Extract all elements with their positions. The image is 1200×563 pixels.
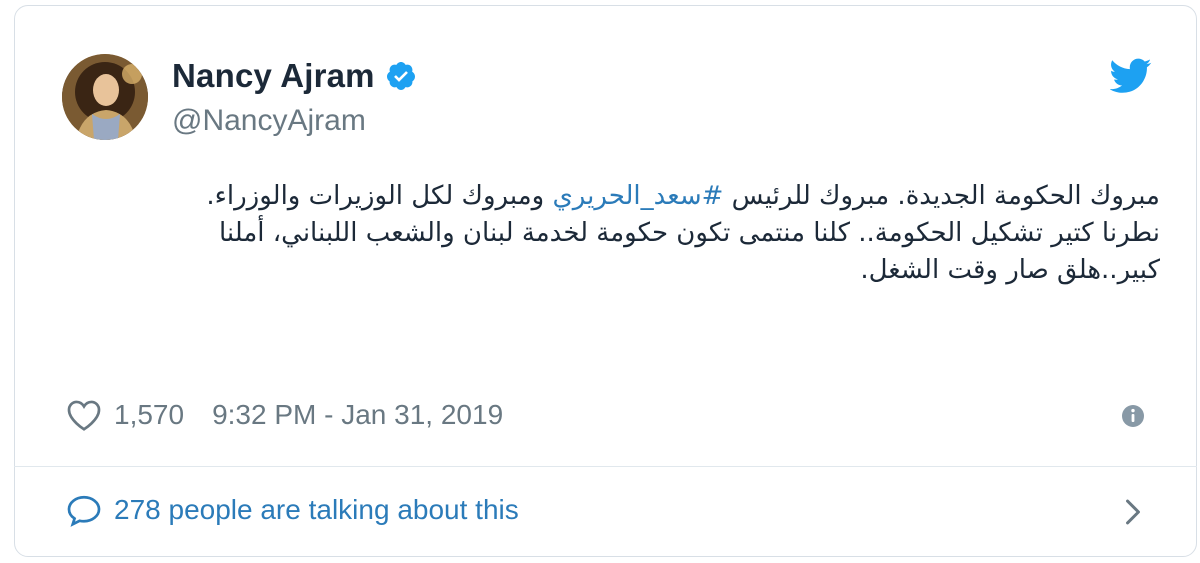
divider xyxy=(14,466,1197,467)
tweet-text-line2: نطرنا كتير تشكيل الحكومة.. كلنا منتمى تك… xyxy=(218,218,1160,285)
conversation-link[interactable]: 278 people are talking about this xyxy=(66,490,519,530)
speech-bubble-icon xyxy=(67,495,101,527)
hashtag-link[interactable]: #سعد_الحريري xyxy=(552,181,723,211)
talking-count-text[interactable]: 278 people are talking about this xyxy=(114,494,519,526)
heart-icon[interactable] xyxy=(66,398,102,432)
chevron-right-icon[interactable] xyxy=(1122,497,1144,527)
avatar[interactable] xyxy=(62,54,148,140)
verified-badge-icon xyxy=(386,62,415,90)
tweet-text-part2: ومبروك لكل الوزيرات والوزراء. xyxy=(206,181,553,211)
author-handle[interactable]: @NancyAjram xyxy=(172,104,366,138)
display-name[interactable]: Nancy Ajram xyxy=(172,57,375,95)
twitter-bird-icon[interactable] xyxy=(1110,58,1152,94)
tweet-timestamp[interactable]: 9:32 PM - Jan 31, 2019 xyxy=(212,399,503,431)
tweet-meta-row: 1,570 9:32 PM - Jan 31, 2019 xyxy=(66,395,503,435)
avatar-image xyxy=(62,54,148,140)
tweet-text: مبروك الحكومة الجديدة. مبروك للرئيس #سعد… xyxy=(130,178,1160,289)
author-name-row[interactable]: Nancy Ajram xyxy=(172,57,417,95)
info-icon[interactable] xyxy=(1121,404,1145,428)
tweet-text-part1: مبروك الحكومة الجديدة. مبروك للرئيس xyxy=(723,181,1160,211)
like-count[interactable]: 1,570 xyxy=(114,399,184,431)
